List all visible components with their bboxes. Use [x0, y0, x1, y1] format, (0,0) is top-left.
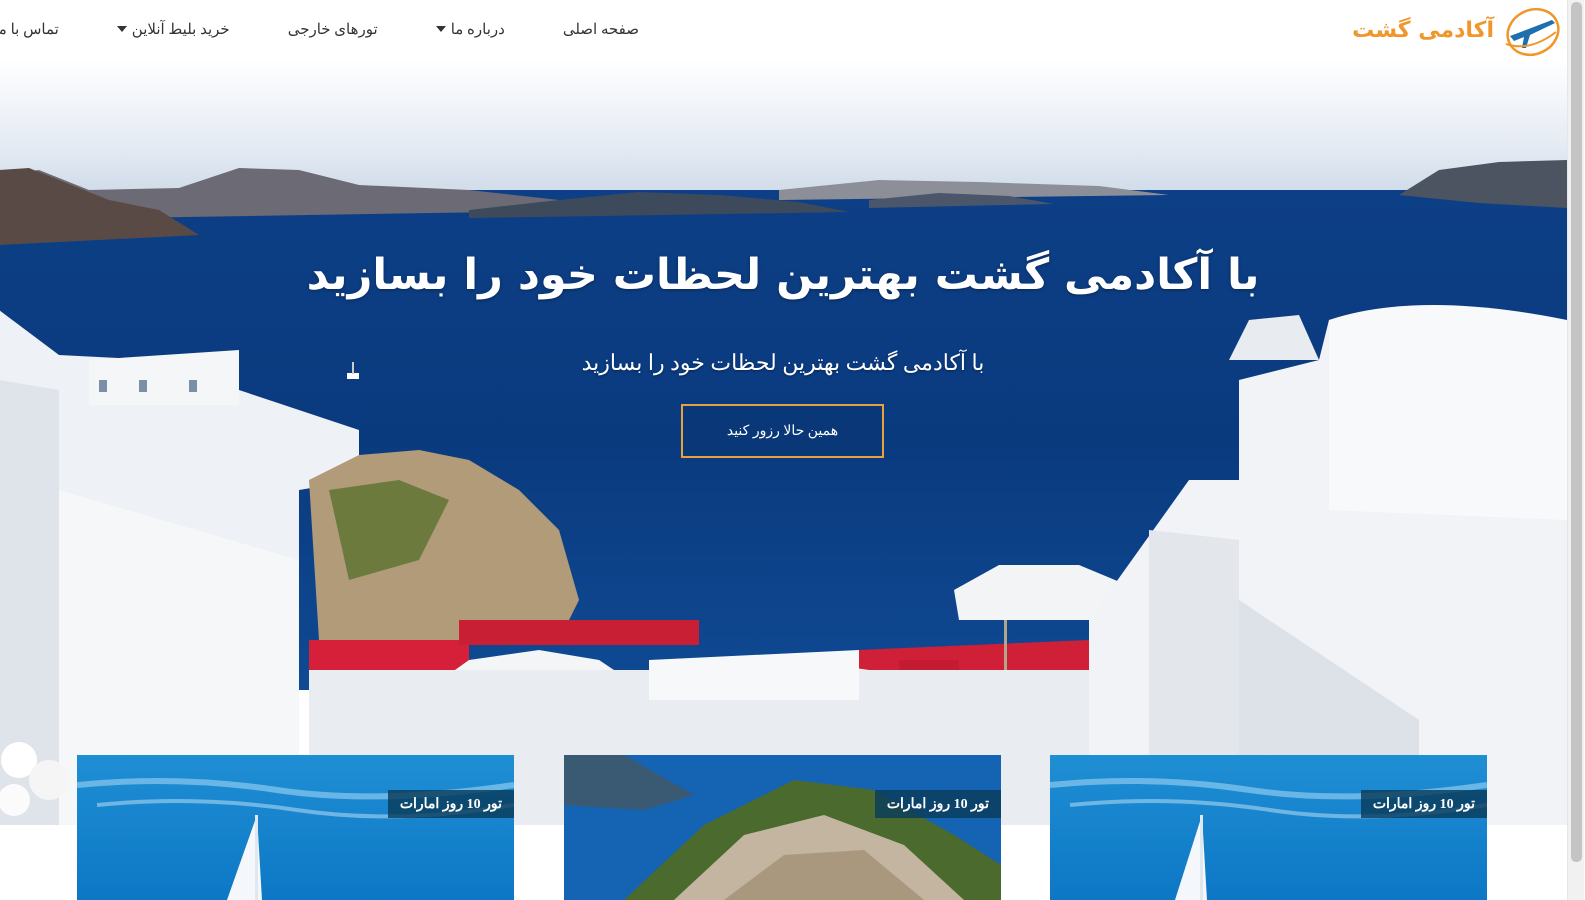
burj-al-arab-icon — [78, 755, 515, 900]
tour-cards: تور 10 روز امارات تور 10 روز امارات تور — [0, 755, 1568, 900]
main-nav: صفحه اصلی درباره ما تورهای خارجی خرید بل… — [0, 0, 640, 58]
nav-item-label: تماس با ما — [0, 21, 60, 38]
hero-title: با آکادمی گشت بهترین لحظات خود را بسازید — [307, 250, 1261, 300]
tour-tag: تور 10 روز امارات — [875, 790, 1002, 818]
brand-name: آکادمی گشت — [1353, 17, 1495, 43]
nav-item-foreign-tours[interactable]: تورهای خارجی — [289, 20, 379, 39]
nav-item-contact[interactable]: تماس با ما — [0, 20, 60, 39]
tour-tag: تور 10 روز امارات — [1361, 790, 1488, 818]
tour-card-1[interactable]: تور 10 روز امارات — [1051, 755, 1488, 900]
caret-down-icon — [117, 26, 128, 32]
scrollbar-thumb[interactable] — [1572, 2, 1583, 862]
hero-subtitle: با آکادمی گشت بهترین لحظات خود را بسازید — [582, 350, 986, 375]
plane-orbit-icon — [1506, 7, 1561, 57]
nav-item-buy-ticket[interactable]: خرید بلیط آنلاین — [117, 20, 231, 39]
book-now-button[interactable]: همین حالا رزور کنید — [682, 404, 885, 458]
caret-down-icon — [436, 26, 447, 32]
nav-item-about[interactable]: درباره ما — [436, 20, 506, 39]
tour-card-2[interactable]: تور 10 روز امارات — [565, 755, 1002, 900]
island-cliff-icon — [565, 755, 1002, 900]
nav-item-label: تورهای خارجی — [288, 21, 379, 38]
brand-logo[interactable]: آکادمی گشت — [1353, 2, 1563, 58]
tour-card-3[interactable]: تور 10 روز امارات — [78, 755, 515, 900]
nav-item-label: صفحه اصلی — [563, 21, 640, 38]
hero-banner: با آکادمی گشت بهترین لحظات خود را بسازید… — [0, 60, 1568, 825]
site-header: آکادمی گشت صفحه اصلی درباره ما تورهای خا… — [0, 0, 1585, 60]
page-scrollbar[interactable] — [1568, 0, 1585, 900]
nav-item-label: خرید بلیط آنلاین — [132, 21, 231, 38]
tour-tag: تور 10 روز امارات — [388, 790, 515, 818]
nav-item-home[interactable]: صفحه اصلی — [564, 20, 640, 39]
burj-al-arab-icon — [1051, 755, 1488, 900]
nav-item-label: درباره ما — [451, 21, 506, 38]
